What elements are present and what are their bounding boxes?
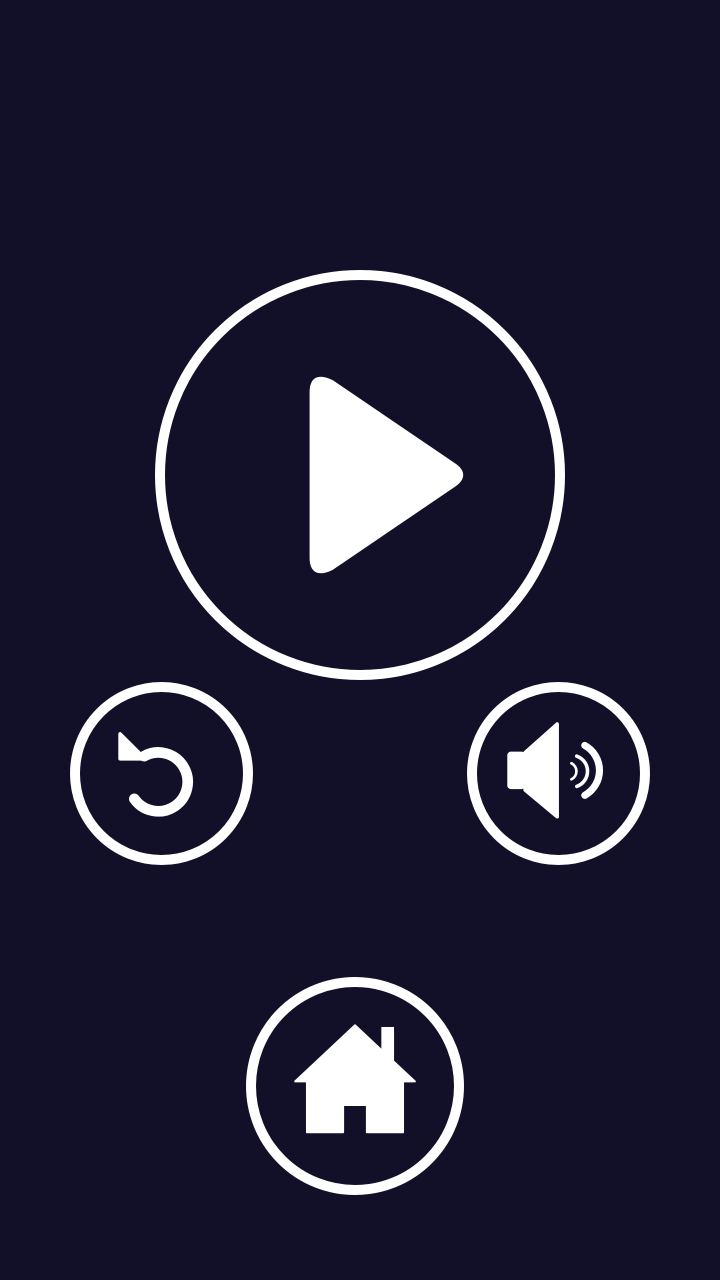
play-button[interactable] [155, 270, 565, 680]
play-icon [309, 376, 464, 574]
speaker-on-icon [507, 722, 604, 819]
home-button[interactable] [246, 977, 464, 1195]
sound-button[interactable] [467, 682, 650, 865]
restart-icon [118, 732, 193, 817]
restart-button[interactable] [70, 682, 253, 865]
home-icon [294, 1024, 416, 1134]
pause-menu-screen [0, 0, 720, 1280]
